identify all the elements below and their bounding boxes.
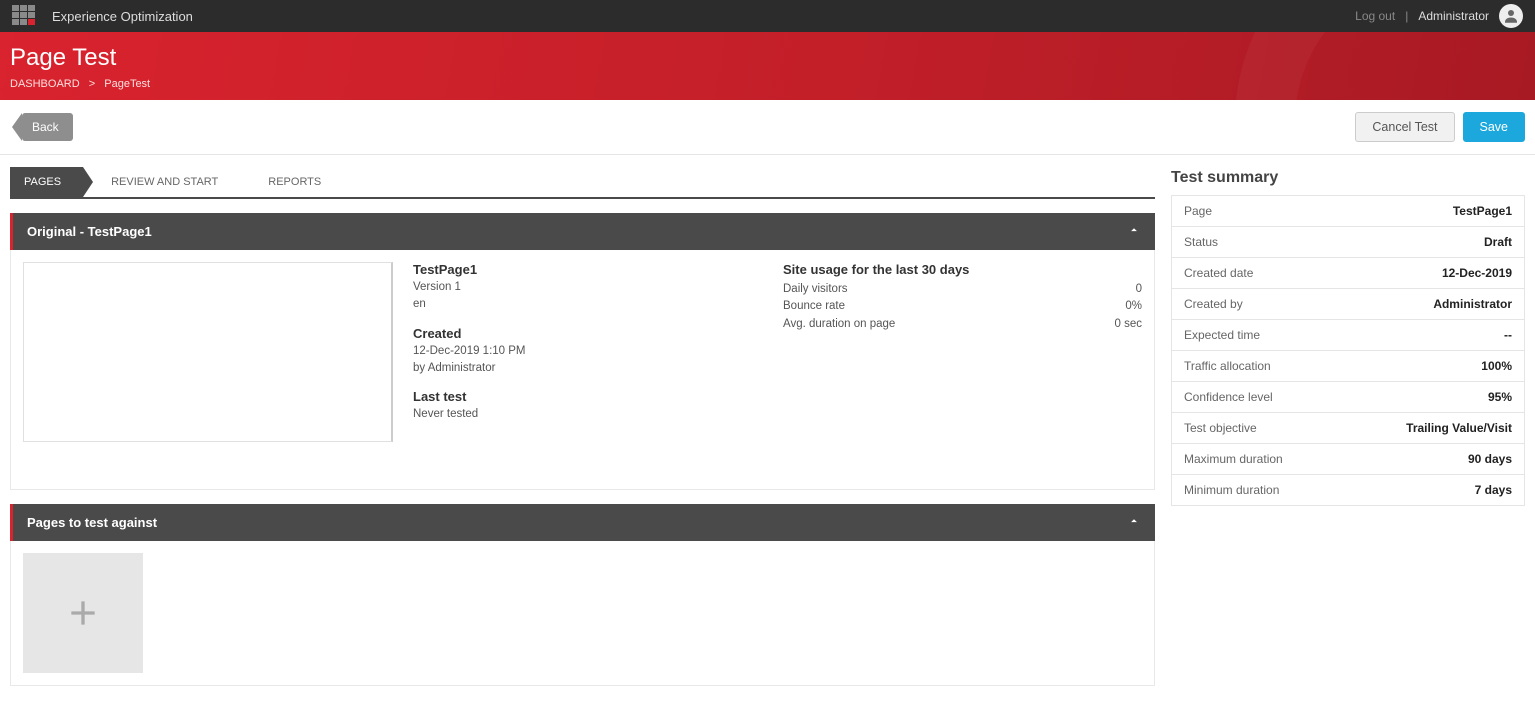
summary-value: 90 days bbox=[1468, 452, 1512, 466]
breadcrumb-separator: > bbox=[89, 78, 95, 90]
summary-row-traffic-allocation: Traffic allocation 100% bbox=[1172, 351, 1524, 382]
app-title: Experience Optimization bbox=[52, 9, 193, 24]
usage-value: 0% bbox=[1125, 298, 1142, 315]
main-column: PAGES REVIEW AND START REPORTS Original … bbox=[10, 167, 1155, 686]
summary-title: Test summary bbox=[1171, 167, 1525, 187]
summary-row-maximum-duration: Maximum duration 90 days bbox=[1172, 444, 1524, 475]
logout-link[interactable]: Log out bbox=[1355, 9, 1395, 23]
tab-reports[interactable]: REPORTS bbox=[240, 167, 343, 197]
summary-label: Created date bbox=[1184, 266, 1253, 280]
usage-label: Avg. duration on page bbox=[783, 316, 895, 333]
plus-icon bbox=[63, 593, 103, 633]
summary-value: Draft bbox=[1484, 235, 1512, 249]
test-against-panel-header[interactable]: Pages to test against bbox=[10, 504, 1155, 541]
collapse-toggle[interactable] bbox=[1127, 514, 1141, 531]
breadcrumb-root[interactable]: DASHBOARD bbox=[10, 78, 80, 90]
summary-row-test-objective: Test objective Trailing Value/Visit bbox=[1172, 413, 1524, 444]
summary-label: Created by bbox=[1184, 297, 1243, 311]
action-row: Back Cancel Test Save bbox=[0, 100, 1535, 155]
summary-value: 7 days bbox=[1475, 483, 1512, 497]
page-name: TestPage1 bbox=[413, 262, 763, 277]
summary-label: Status bbox=[1184, 235, 1218, 249]
summary-row-created-date: Created date 12-Dec-2019 bbox=[1172, 258, 1524, 289]
current-user-label[interactable]: Administrator bbox=[1418, 9, 1489, 23]
summary-sidebar: Test summary Page TestPage1 Status Draft… bbox=[1171, 167, 1525, 506]
original-panel-header[interactable]: Original - TestPage1 bbox=[10, 213, 1155, 250]
language-label: en bbox=[413, 296, 763, 313]
summary-value: 12-Dec-2019 bbox=[1442, 266, 1512, 280]
chevron-up-icon bbox=[1127, 514, 1141, 528]
tabs: PAGES REVIEW AND START REPORTS bbox=[10, 167, 1155, 199]
last-test-value: Never tested bbox=[413, 406, 763, 423]
summary-row-status: Status Draft bbox=[1172, 227, 1524, 258]
usage-row: Daily visitors 0 bbox=[783, 281, 1142, 298]
summary-label: Traffic allocation bbox=[1184, 359, 1271, 373]
summary-value: Trailing Value/Visit bbox=[1406, 421, 1512, 435]
add-page-tile[interactable] bbox=[23, 553, 143, 673]
tab-pages[interactable]: PAGES bbox=[10, 167, 83, 197]
usage-label: Daily visitors bbox=[783, 281, 848, 298]
page-banner: Page Test DASHBOARD > PageTest bbox=[0, 32, 1535, 100]
page-thumbnail[interactable] bbox=[23, 262, 393, 442]
topbar: Experience Optimization Log out | Admini… bbox=[0, 0, 1535, 32]
cancel-test-button[interactable]: Cancel Test bbox=[1355, 112, 1454, 142]
summary-row-created-by: Created by Administrator bbox=[1172, 289, 1524, 320]
summary-row-page: Page TestPage1 bbox=[1172, 196, 1524, 227]
summary-label: Expected time bbox=[1184, 328, 1260, 342]
test-against-panel-title: Pages to test against bbox=[27, 515, 157, 530]
summary-value: Administrator bbox=[1433, 297, 1512, 311]
summary-row-confidence-level: Confidence level 95% bbox=[1172, 382, 1524, 413]
created-heading: Created bbox=[413, 326, 763, 341]
summary-row-expected-time: Expected time -- bbox=[1172, 320, 1524, 351]
usage-row: Bounce rate 0% bbox=[783, 298, 1142, 315]
summary-label: Maximum duration bbox=[1184, 452, 1283, 466]
usage-value: 0 bbox=[1136, 281, 1142, 298]
user-icon bbox=[1502, 7, 1520, 25]
topbar-separator: | bbox=[1405, 9, 1408, 23]
usage-row: Avg. duration on page 0 sec bbox=[783, 316, 1142, 333]
last-test-heading: Last test bbox=[413, 389, 763, 404]
usage-value: 0 sec bbox=[1115, 316, 1143, 333]
back-button[interactable]: Back bbox=[22, 113, 73, 141]
summary-row-minimum-duration: Minimum duration 7 days bbox=[1172, 475, 1524, 506]
summary-label: Test objective bbox=[1184, 421, 1257, 435]
original-panel-body: TestPage1 Version 1 en Created 12-Dec-20… bbox=[10, 250, 1155, 490]
avatar[interactable] bbox=[1499, 4, 1523, 28]
breadcrumb-current: PageTest bbox=[104, 78, 150, 90]
usage-heading: Site usage for the last 30 days bbox=[783, 262, 1142, 277]
summary-label: Page bbox=[1184, 204, 1212, 218]
summary-value: TestPage1 bbox=[1453, 204, 1512, 218]
test-against-panel-body bbox=[10, 541, 1155, 686]
created-date: 12-Dec-2019 1:10 PM bbox=[413, 343, 763, 360]
page-title: Page Test bbox=[10, 44, 1525, 72]
app-logo[interactable] bbox=[12, 5, 40, 27]
collapse-toggle[interactable] bbox=[1127, 223, 1141, 240]
original-panel-title: Original - TestPage1 bbox=[27, 224, 152, 239]
chevron-up-icon bbox=[1127, 223, 1141, 237]
summary-table: Page TestPage1 Status Draft Created date… bbox=[1171, 195, 1525, 506]
save-button[interactable]: Save bbox=[1463, 112, 1526, 142]
tab-review-and-start[interactable]: REVIEW AND START bbox=[83, 167, 240, 197]
created-by: by Administrator bbox=[413, 360, 763, 377]
summary-value: 100% bbox=[1481, 359, 1512, 373]
version-label: Version 1 bbox=[413, 279, 763, 296]
summary-label: Confidence level bbox=[1184, 390, 1273, 404]
summary-value: -- bbox=[1504, 328, 1512, 342]
usage-label: Bounce rate bbox=[783, 298, 845, 315]
breadcrumb: DASHBOARD > PageTest bbox=[10, 78, 1525, 90]
summary-value: 95% bbox=[1488, 390, 1512, 404]
summary-label: Minimum duration bbox=[1184, 483, 1279, 497]
